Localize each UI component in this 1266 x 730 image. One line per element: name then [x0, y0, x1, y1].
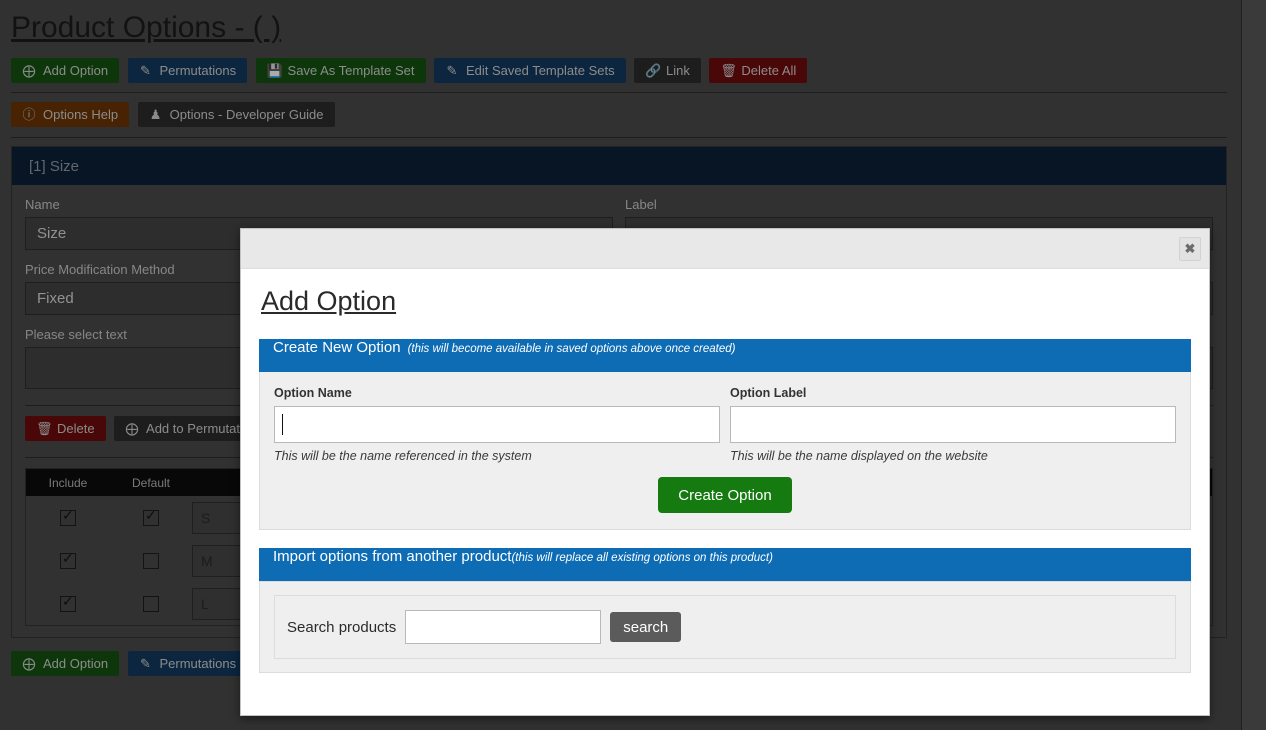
create-new-option-note: (this will become available in saved opt… — [407, 343, 736, 355]
create-option-button[interactable]: Create Option — [658, 477, 792, 513]
modal-body: Create New Option (this will become avai… — [241, 317, 1209, 673]
option-label-label: Option Label — [730, 386, 807, 400]
search-products-input[interactable] — [405, 610, 602, 644]
import-options-heading: Import options from another product — [273, 548, 512, 565]
modal-header: ✖ — [241, 229, 1209, 269]
import-options-body: Search products search — [259, 581, 1191, 673]
option-label-hint: This will be the name displayed on the w… — [730, 449, 988, 463]
option-name-hint: This will be the name referenced in the … — [274, 449, 532, 463]
create-new-option-header: Create New Option (this will become avai… — [259, 339, 1191, 372]
option-name-label: Option Name — [274, 386, 352, 400]
option-label-group: Option Label This will be the name displ… — [730, 386, 1176, 463]
create-option-row: Create Option — [274, 477, 1176, 513]
search-button[interactable]: search — [610, 612, 682, 642]
close-icon[interactable]: ✖ — [1179, 237, 1201, 261]
create-new-option-heading: Create New Option — [273, 339, 401, 356]
import-options-note: (this will replace all existing options … — [511, 552, 773, 564]
option-name-input-wrap — [274, 406, 720, 443]
option-label-input[interactable] — [730, 406, 1176, 443]
import-section: Import options from another product (thi… — [259, 548, 1191, 673]
create-new-option-body: Option Name This will be the name refere… — [259, 372, 1191, 530]
text-caret — [282, 414, 283, 435]
option-fields-row: Option Name This will be the name refere… — [274, 386, 1176, 463]
search-products-label: Search products — [287, 618, 397, 636]
option-name-input[interactable] — [274, 406, 720, 443]
option-name-group: Option Name This will be the name refere… — [274, 386, 720, 463]
modal-title: Add Option — [261, 286, 397, 316]
search-products-row: Search products search — [274, 595, 1176, 659]
add-option-modal: ✖ Add Option Create New Option (this wil… — [240, 228, 1210, 716]
import-options-header: Import options from another product (thi… — [259, 548, 1191, 581]
